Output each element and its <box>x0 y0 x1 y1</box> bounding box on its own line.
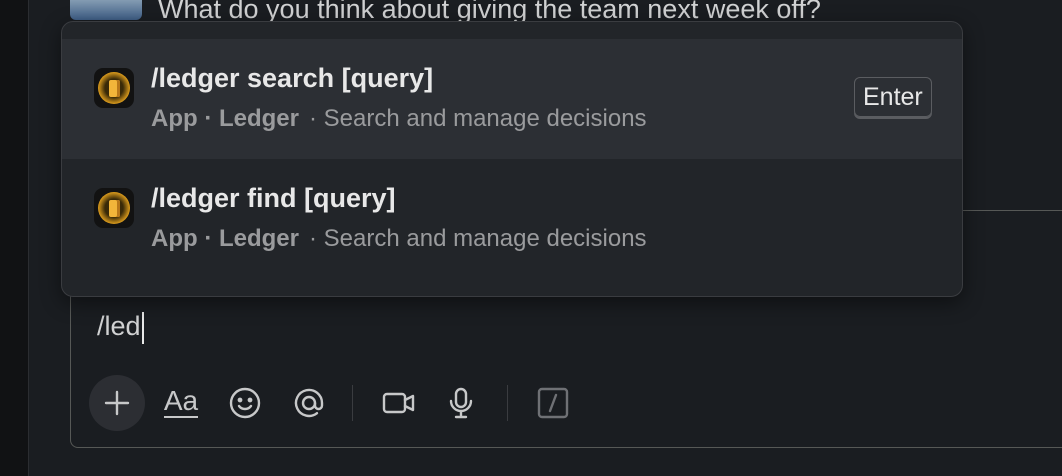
message-input[interactable]: /led <box>97 311 144 344</box>
input-value: /led <box>97 311 141 341</box>
command-suggestion[interactable]: /ledger find [query] App · Ledger · Searc… <box>62 159 962 279</box>
emoji-button[interactable] <box>217 375 273 431</box>
app-label: App · Ledger <box>151 225 299 252</box>
ledger-app-icon <box>94 188 134 228</box>
mention-button[interactable] <box>281 375 337 431</box>
format-label: Aa <box>163 385 199 418</box>
command-name: /ledger search [query] <box>151 63 434 93</box>
slash-command-popup: /ledger search [query] App · Ledger · Sea… <box>61 21 963 297</box>
command-meta: App · Ledger · Search and manage decision… <box>151 105 647 133</box>
slash-icon <box>537 387 569 419</box>
command-suggestion[interactable]: /ledger search [query] App · Ledger · Sea… <box>62 39 962 159</box>
shortcuts-button[interactable] <box>525 375 581 431</box>
emoji-icon <box>229 387 261 419</box>
formatting-button[interactable]: Aa <box>153 375 209 431</box>
command-description: · Search and manage decisions <box>309 105 647 132</box>
audio-clip-button[interactable] <box>433 375 489 431</box>
command-description: · Search and manage decisions <box>309 225 647 252</box>
toolbar-divider <box>507 385 508 421</box>
text-caret <box>141 311 144 344</box>
video-icon <box>382 392 415 414</box>
left-rail <box>0 0 29 476</box>
video-clip-button[interactable] <box>371 375 427 431</box>
enter-key-hint: Enter <box>854 77 932 117</box>
avatar[interactable] <box>70 0 142 20</box>
plus-icon <box>104 390 130 416</box>
attach-button[interactable] <box>89 375 145 431</box>
ledger-app-icon <box>94 68 134 108</box>
command-name: /ledger find [query] <box>151 183 396 213</box>
app-label: App · Ledger <box>151 105 299 132</box>
command-meta: App · Ledger · Search and manage decision… <box>151 225 647 253</box>
at-icon <box>294 388 324 418</box>
toolbar-divider <box>352 385 353 421</box>
microphone-icon <box>449 387 473 419</box>
